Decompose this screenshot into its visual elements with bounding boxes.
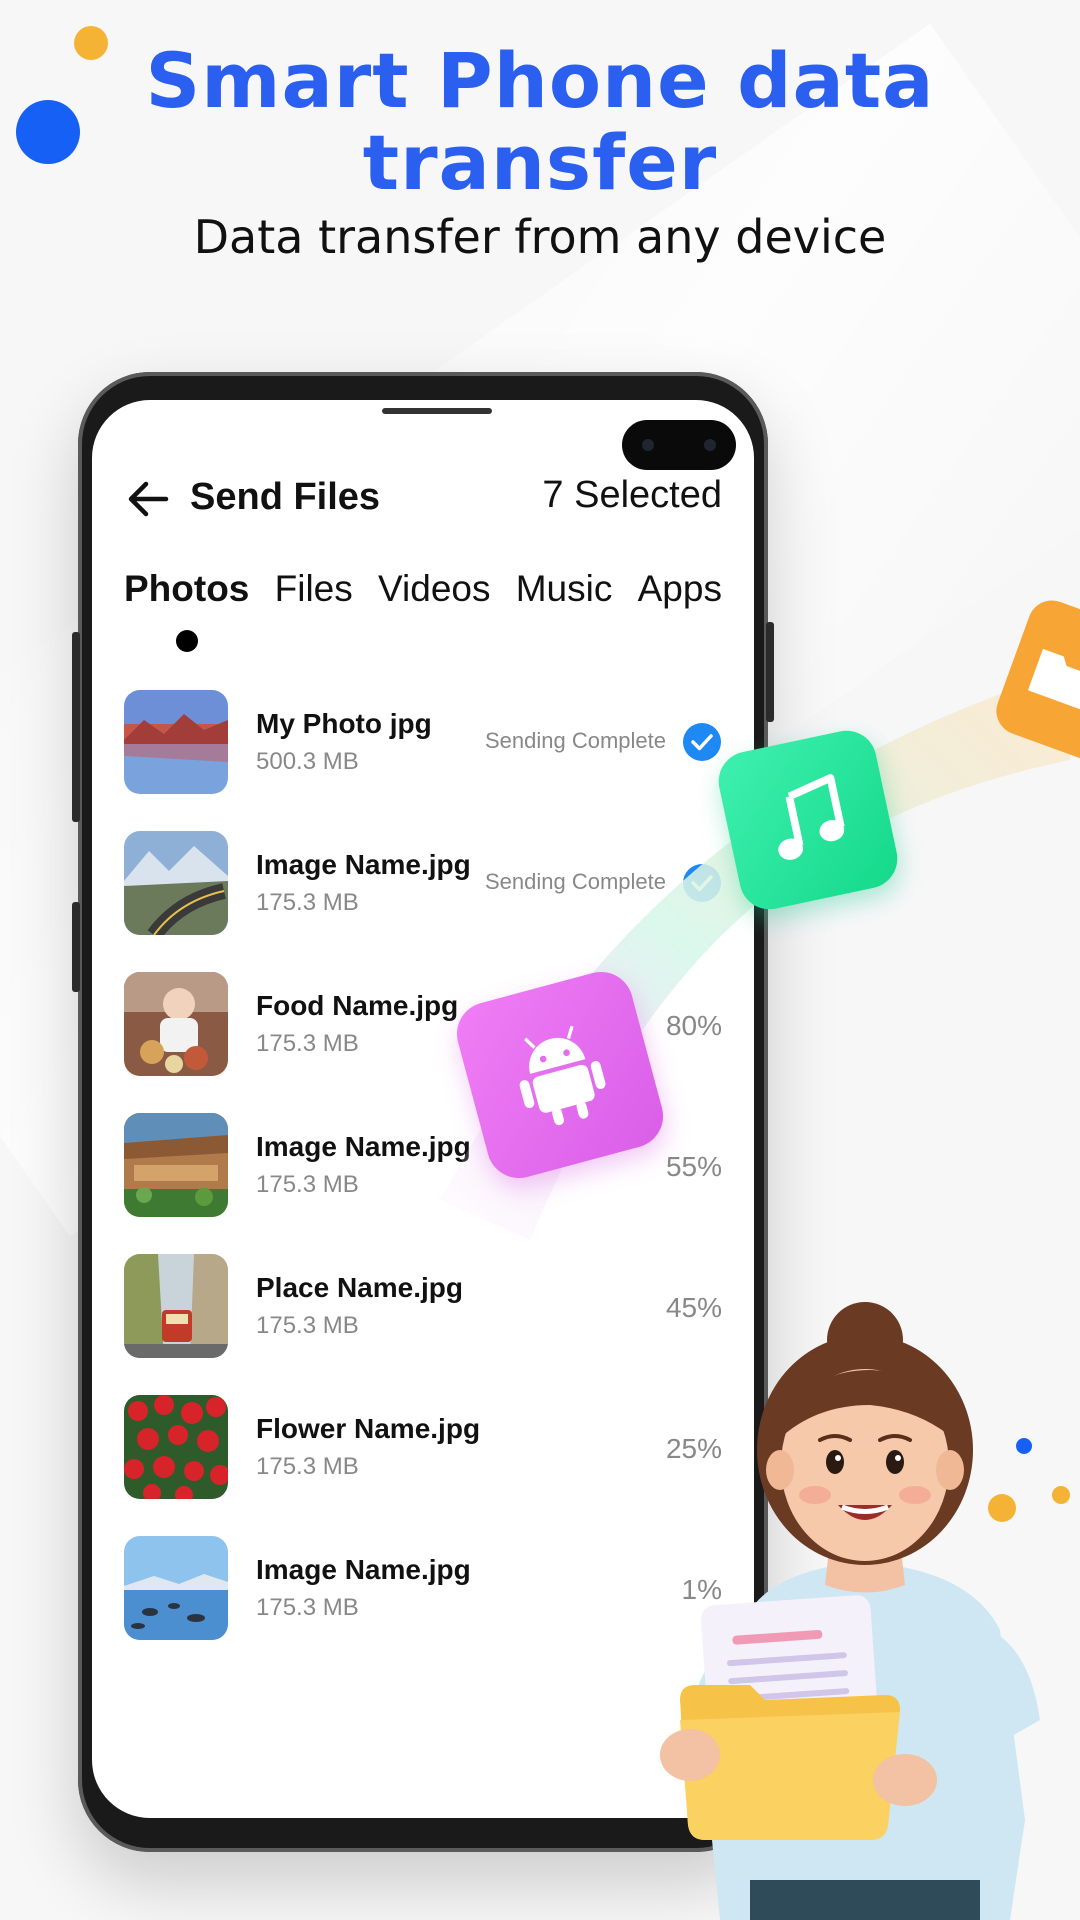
- file-size: 175.3 MB: [256, 1030, 359, 1057]
- tab-label: Photos: [124, 568, 250, 609]
- file-name: Image Name.jpg: [256, 1554, 471, 1585]
- file-name: My Photo jpg: [256, 708, 432, 739]
- app-header: Send Files 7 Selected: [124, 460, 722, 540]
- tab-files[interactable]: Files: [275, 568, 353, 658]
- selected-count: 7 Selected: [542, 474, 722, 516]
- file-size: 175.3 MB: [256, 1594, 359, 1621]
- active-tab-indicator: [175, 630, 198, 652]
- file-row[interactable]: Place Name.jpg 175.3 MB 45%: [124, 1254, 722, 1395]
- folder-icon: [1027, 648, 1080, 712]
- promo-title-line2: transfer: [362, 118, 718, 207]
- file-name: Flower Name.jpg: [256, 1413, 481, 1444]
- file-size: 500.3 MB: [256, 748, 359, 775]
- music-app-icon: [713, 725, 903, 915]
- phone-power-button: [72, 902, 80, 992]
- file-row[interactable]: Flower Name.jpg 175.3 MB 25%: [124, 1395, 722, 1536]
- photo-thumbnail-street-tram: [124, 1254, 228, 1358]
- woman-holding-folder-illustration: [660, 1302, 1040, 1920]
- photo-thumbnail-restaurant: [124, 1113, 228, 1217]
- file-size: 175.3 MB: [256, 1312, 359, 1339]
- back-arrow-icon[interactable]: [124, 474, 174, 524]
- promo-headline: Smart Phone data transfer: [0, 40, 1080, 204]
- file-name: Place Name.jpg: [256, 1272, 463, 1303]
- photo-thumbnail-tulips: [124, 1395, 228, 1499]
- file-row[interactable]: Image Name.jpg 175.3 MB 1%: [124, 1536, 722, 1677]
- photo-thumbnail-lake-rocks: [124, 1536, 228, 1640]
- android-icon: [519, 1025, 606, 1126]
- photo-thumbnail-mountain-road: [124, 831, 228, 935]
- phone-volume-button: [72, 632, 80, 822]
- page-title: Send Files: [190, 476, 381, 518]
- photo-thumbnail-mountain-lake: [124, 690, 228, 794]
- tab-photos[interactable]: Photos: [124, 568, 249, 658]
- music-note-icon: [778, 774, 845, 860]
- file-size: 175.3 MB: [256, 889, 359, 916]
- file-size: 175.3 MB: [256, 1171, 359, 1198]
- file-size: 175.3 MB: [256, 1453, 359, 1480]
- promo-title-line1: Smart Phone data: [145, 36, 935, 125]
- photo-thumbnail-food: [124, 972, 228, 1076]
- tab-label: Files: [274, 568, 353, 609]
- promo-subtitle: Data transfer from any device: [193, 210, 887, 264]
- earpiece-speaker: [382, 408, 492, 414]
